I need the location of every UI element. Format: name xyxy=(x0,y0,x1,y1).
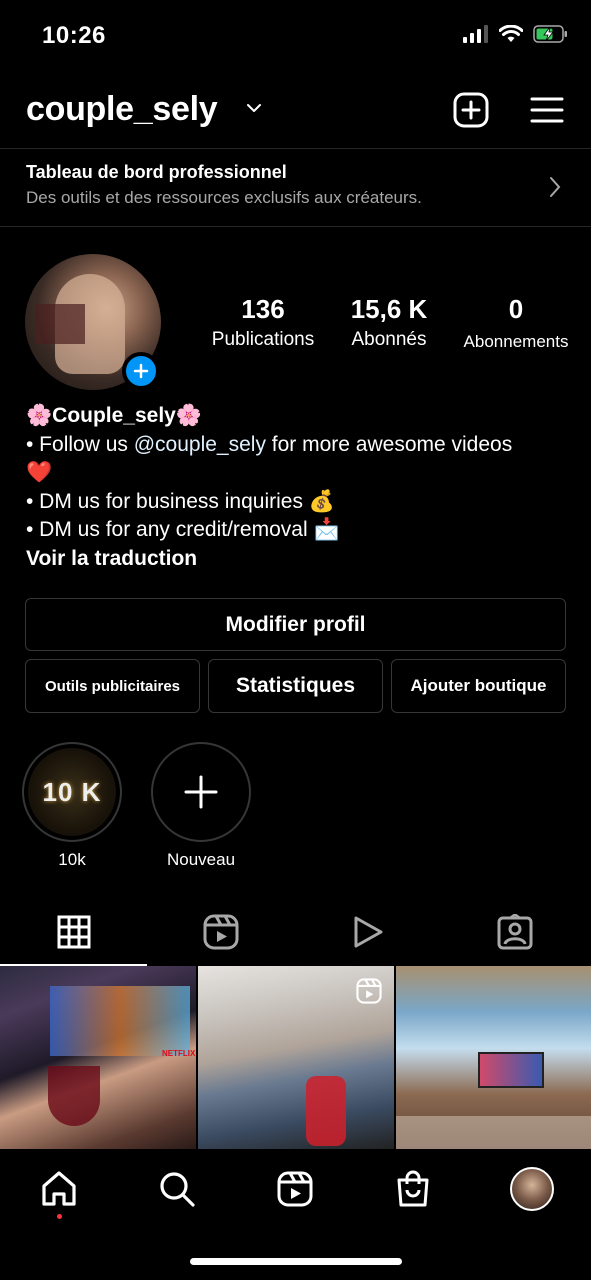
tab-tagged[interactable] xyxy=(441,898,588,966)
tagged-icon xyxy=(497,914,532,950)
signal-icon xyxy=(463,25,488,43)
bio-line-2: • DM us for business inquiries 💰 xyxy=(26,489,335,513)
reels-nav-icon xyxy=(277,1171,313,1207)
search-icon xyxy=(160,1172,195,1207)
grid-icon xyxy=(57,915,90,949)
grid-post-3[interactable] xyxy=(396,966,591,1149)
nav-home[interactable] xyxy=(39,1169,79,1209)
menu-button[interactable] xyxy=(527,90,567,130)
posts-grid: NETFLIX xyxy=(0,966,591,1149)
divider xyxy=(0,148,591,149)
home-icon xyxy=(42,1171,76,1206)
red-garment xyxy=(306,1076,346,1146)
add-shop-button[interactable]: Ajouter boutique xyxy=(391,659,566,713)
plus-square-icon xyxy=(453,92,489,128)
heart-emoji: ❤️ xyxy=(26,461,53,484)
stat-followers[interactable]: 15,6 K Abonnés xyxy=(336,294,442,351)
profile-bio: 🌸Couple_sely🌸 • Follow us @couple_sely f… xyxy=(26,402,571,573)
tv-logo-text: NETFLIX xyxy=(162,1049,196,1058)
reels-icon xyxy=(203,914,238,950)
plus-icon xyxy=(133,363,149,379)
status-time: 10:26 xyxy=(42,22,106,49)
create-post-button[interactable] xyxy=(451,90,491,130)
nav-profile-avatar[interactable] xyxy=(510,1167,554,1211)
nav-reels[interactable] xyxy=(275,1169,315,1209)
reel-indicator-icon xyxy=(356,978,382,1004)
notification-dot xyxy=(57,1214,62,1219)
status-icons xyxy=(463,24,569,44)
bio-name: 🌸Couple_sely🌸 xyxy=(26,404,203,427)
video-play-icon xyxy=(354,916,382,948)
see-translation-link[interactable]: Voir la traduction xyxy=(26,545,571,574)
battery-charging-icon xyxy=(533,25,567,43)
status-bar: 10:26 xyxy=(0,0,591,72)
bio-mention-link[interactable]: @couple_sely xyxy=(134,433,266,456)
tab-reels[interactable] xyxy=(147,898,294,966)
professional-dashboard-banner[interactable]: Tableau de bord professionnel Des outils… xyxy=(0,150,591,226)
nav-shop[interactable] xyxy=(393,1169,433,1209)
hamburger-menu-icon xyxy=(530,97,564,123)
stat-posts-label: Publications xyxy=(211,329,315,350)
ad-tools-button[interactable]: Outils publicitaires xyxy=(25,659,200,713)
stat-following-count: 0 xyxy=(508,294,524,324)
new-highlight-button[interactable] xyxy=(151,742,251,842)
stat-followers-label: Abonnés xyxy=(351,329,427,350)
account-username-switcher[interactable]: couple_sely xyxy=(26,90,218,129)
insights-button[interactable]: Statistiques xyxy=(208,659,383,713)
bio-text: • Follow us xyxy=(26,432,134,456)
grid-post-2[interactable] xyxy=(198,966,394,1149)
tab-posts-grid[interactable] xyxy=(0,898,147,966)
floor xyxy=(396,1116,591,1149)
tv-screen xyxy=(478,1052,544,1088)
stat-posts[interactable]: 136 Publications xyxy=(200,294,326,351)
bio-line-1: • Follow us @couple_sely for more awesom… xyxy=(26,431,571,460)
grid-post-1[interactable]: NETFLIX xyxy=(0,966,196,1149)
highlight-cover: 10 K xyxy=(28,748,116,836)
stat-following-label: Abonnements xyxy=(463,332,569,351)
tab-videos[interactable] xyxy=(294,898,441,966)
story-highlight-10k[interactable]: 10 K xyxy=(22,742,122,842)
plus-icon xyxy=(184,775,218,809)
edit-profile-button[interactable]: Modifier profil xyxy=(25,598,566,651)
pro-dashboard-title: Tableau de bord professionnel xyxy=(26,162,287,182)
shop-icon xyxy=(397,1170,429,1207)
bio-text: for more awesome videos xyxy=(265,432,513,456)
home-indicator[interactable] xyxy=(190,1258,402,1265)
wifi-icon xyxy=(499,25,523,42)
chevron-right-icon xyxy=(550,177,561,197)
tv-screen xyxy=(50,986,190,1056)
stat-followers-count: 15,6 K xyxy=(350,294,428,324)
stat-posts-count: 136 xyxy=(241,294,285,324)
add-story-button[interactable] xyxy=(122,352,160,390)
stat-following[interactable]: 0 Abonnements xyxy=(453,294,579,352)
profile-header: couple_sely xyxy=(0,84,591,140)
bio-line-3: • DM us for any credit/removal 📩 xyxy=(26,518,340,541)
chevron-down-icon[interactable] xyxy=(246,102,262,114)
profile-content-tabs xyxy=(0,898,591,966)
highlight-label: Nouveau xyxy=(166,850,236,869)
pro-dashboard-subtitle: Des outils et des ressources exclusifs a… xyxy=(26,188,422,207)
highlight-label: 10k xyxy=(58,850,86,869)
wine-glass xyxy=(48,1066,100,1126)
divider xyxy=(0,226,591,227)
highlight-cover-text: 10 K xyxy=(42,776,102,807)
nav-search[interactable] xyxy=(157,1169,197,1209)
